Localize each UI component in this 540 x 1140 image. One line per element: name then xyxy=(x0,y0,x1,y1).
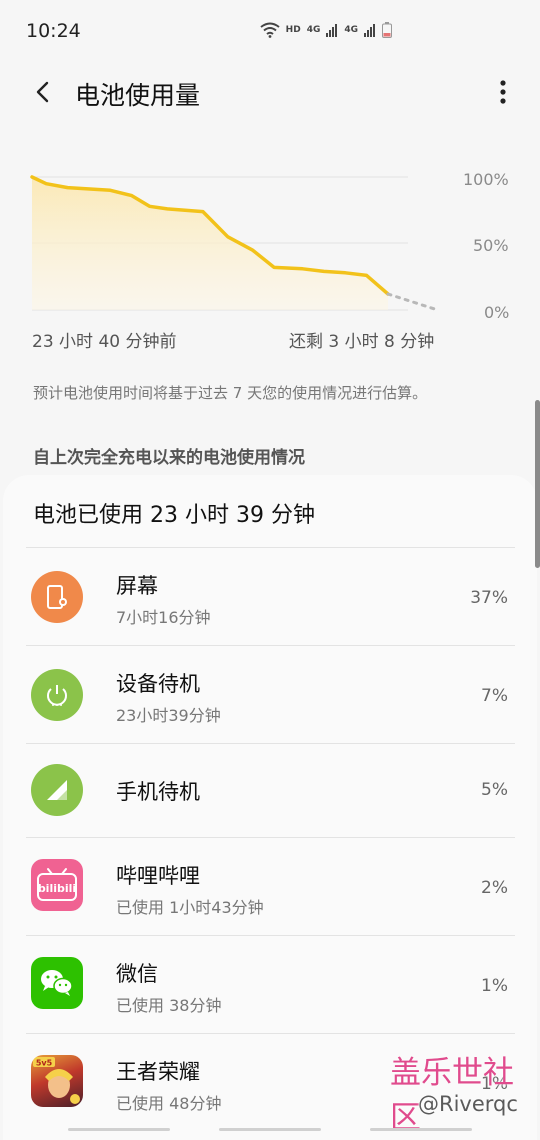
watermark-author: @Riverqc xyxy=(418,1092,518,1116)
item-name: 设备待机 xyxy=(116,672,200,696)
nav-recents-button[interactable] xyxy=(68,1128,170,1131)
item-name: 微信 xyxy=(116,962,158,986)
item-sub: 23小时39分钟 xyxy=(116,706,221,725)
section-title: 自上次完全充电以来的电池使用情况 xyxy=(33,448,305,468)
network-type-2: 4G xyxy=(344,25,358,35)
list-item-device-standby[interactable]: 设备待机 23小时39分钟 7% xyxy=(3,646,537,744)
hd-label: HD xyxy=(285,25,301,35)
item-percent: 7% xyxy=(481,686,508,706)
game-icon: 5v5 xyxy=(31,1055,83,1107)
item-name: 王者荣耀 xyxy=(116,1060,200,1084)
item-percent: 5% xyxy=(481,780,508,800)
item-name: 手机待机 xyxy=(116,780,200,804)
battery-icon xyxy=(382,22,392,38)
item-percent: 37% xyxy=(470,588,508,608)
network-type-1: 4G xyxy=(306,25,321,35)
usage-card: 电池已使用 23 小时 39 分钟 屏幕 7小时16分钟 37% 设备待机 23… xyxy=(3,475,537,1140)
nav-back-button[interactable] xyxy=(370,1128,472,1131)
wechat-icon xyxy=(31,957,83,1009)
item-percent: 2% xyxy=(481,878,508,898)
signal-strength-icon xyxy=(326,24,338,37)
list-item-screen[interactable]: 屏幕 7小时16分钟 37% xyxy=(3,548,537,646)
y-tick-100: 100% xyxy=(463,170,509,189)
game-badge: 5v5 xyxy=(36,1059,53,1068)
status-time: 10:24 xyxy=(26,20,81,42)
back-arrow-icon[interactable] xyxy=(30,78,56,106)
item-name: 哔哩哔哩 xyxy=(116,864,200,888)
list-item-wechat[interactable]: 微信 已使用 38分钟 1% xyxy=(3,936,537,1034)
signal-icon xyxy=(31,764,83,816)
chart-end-label: 还剩 3 小时 8 分钟 xyxy=(289,332,435,352)
item-percent: 1% xyxy=(481,976,508,996)
signal-strength-icon-2 xyxy=(364,24,375,37)
list-item-phone-standby[interactable]: 手机待机 5% xyxy=(3,744,537,842)
y-tick-0: 0% xyxy=(484,303,510,322)
nav-home-button[interactable] xyxy=(219,1128,321,1131)
scrollbar[interactable] xyxy=(535,400,540,568)
estimate-note: 预计电池使用时间将基于过去 7 天您的使用情况进行估算。 xyxy=(33,384,428,402)
usage-summary: 电池已使用 23 小时 39 分钟 xyxy=(33,503,315,528)
battery-usage-chart xyxy=(30,175,440,312)
more-options-icon[interactable] xyxy=(496,78,510,106)
status-bar: 10:24 HD 4G 4G xyxy=(0,0,540,64)
status-icons: HD 4G 4G xyxy=(260,22,392,38)
power-icon xyxy=(31,669,83,721)
wifi-icon xyxy=(260,22,280,38)
item-sub: 已使用 38分钟 xyxy=(116,996,222,1015)
app-bar: 电池使用量 xyxy=(0,64,540,120)
bilibili-icon: bilibili xyxy=(31,859,83,911)
chart-start-label: 23 小时 40 分钟前 xyxy=(32,332,177,352)
item-name: 屏幕 xyxy=(116,574,158,598)
item-sub: 已使用 48分钟 xyxy=(116,1094,222,1113)
item-sub: 已使用 1小时43分钟 xyxy=(116,898,264,917)
list-item-bilibili[interactable]: bilibili 哔哩哔哩 已使用 1小时43分钟 2% xyxy=(3,838,537,936)
navigation-bar xyxy=(0,1120,540,1140)
y-tick-50: 50% xyxy=(473,236,509,255)
item-sub: 7小时16分钟 xyxy=(116,608,211,627)
projection-line xyxy=(386,292,440,312)
bilibili-logo-text: bilibili xyxy=(38,882,76,895)
screen-icon xyxy=(31,571,83,623)
page-title: 电池使用量 xyxy=(75,81,201,110)
